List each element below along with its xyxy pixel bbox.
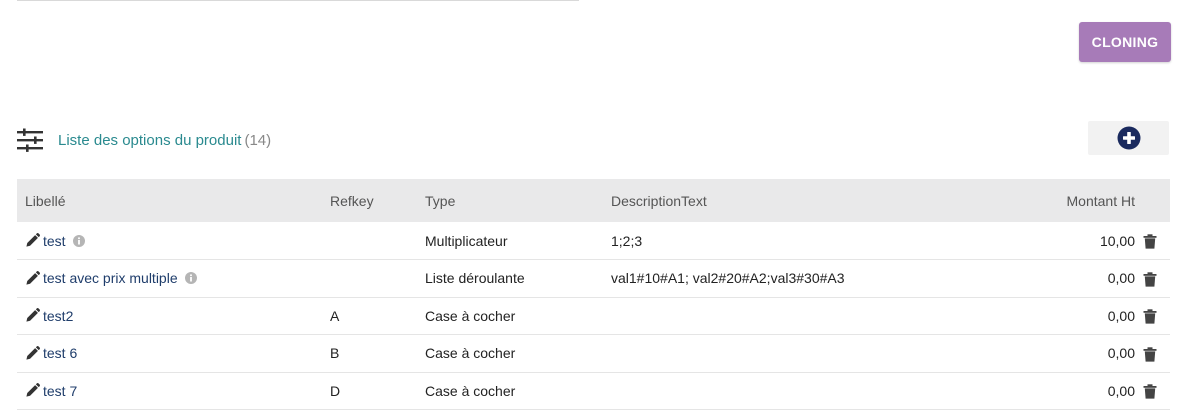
trash-icon[interactable]	[1143, 384, 1157, 399]
table-row: test avec prix multiple Liste déroulante v…	[17, 260, 1170, 298]
trash-icon[interactable]	[1143, 234, 1157, 249]
cell-refkey: B	[330, 345, 340, 362]
cell-montant: 0,00	[1107, 382, 1135, 399]
cell-delete	[1143, 335, 1170, 373]
cell-libelle: test 6	[17, 335, 322, 373]
cell-type: Multiplicateur	[425, 232, 508, 249]
cell-description: val1#10#A1; val2#20#A2;val3#30#A3	[611, 270, 845, 287]
pencil-icon[interactable]	[25, 383, 40, 398]
cell-description	[603, 372, 1033, 410]
trash-icon[interactable]	[1143, 346, 1157, 362]
option-link[interactable]: test	[43, 233, 66, 249]
cell-refkey: D	[330, 382, 341, 399]
cell-refkey	[322, 260, 417, 298]
cell-montant: 0,00	[1107, 270, 1135, 287]
top-divider	[17, 0, 579, 1]
header-type[interactable]: Type	[417, 179, 603, 222]
info-icon[interactable]	[72, 234, 85, 247]
pencil-icon[interactable]	[25, 308, 40, 323]
pencil-icon[interactable]	[25, 270, 40, 286]
header-actions	[1143, 179, 1170, 222]
section-header: Liste des options du produit (14)	[17, 126, 271, 154]
pencil-icon[interactable]	[25, 345, 40, 361]
cell-libelle: test2	[17, 297, 322, 335]
header-libelle[interactable]: Libellé	[17, 179, 322, 222]
add-option-button[interactable]	[1088, 121, 1169, 155]
table-row: test 7 D Case à cocher 0,00	[17, 372, 1170, 410]
cell-delete	[1143, 222, 1170, 260]
cell-refkey	[322, 222, 417, 260]
info-icon[interactable]	[184, 272, 197, 285]
trash-icon[interactable]	[1143, 271, 1157, 287]
cell-delete	[1143, 372, 1170, 410]
sliders-icon	[17, 128, 43, 152]
option-link[interactable]: test2	[43, 308, 73, 324]
options-table: Libellé Refkey Type DescriptionText Mont…	[17, 179, 1170, 410]
plus-circle-icon	[1117, 126, 1140, 150]
option-link[interactable]: test 7	[43, 383, 77, 399]
cell-libelle: test 7	[17, 372, 322, 410]
cell-description	[603, 335, 1033, 373]
cell-type: Case à cocher	[425, 382, 516, 399]
option-link[interactable]: test avec prix multiple	[43, 270, 178, 286]
cell-refkey: A	[330, 307, 340, 324]
cell-type: Case à cocher	[425, 307, 516, 324]
cell-description	[603, 297, 1033, 335]
options-count: (14)	[244, 131, 272, 149]
table-row: test 6 B Case à cocher 0,00	[17, 335, 1170, 373]
table-row: test2 A Case à cocher 0,00	[17, 297, 1170, 335]
table-header-row: Libellé Refkey Type DescriptionText Mont…	[17, 179, 1170, 222]
header-description[interactable]: DescriptionText	[603, 179, 1033, 222]
cell-description: 1;2;3	[611, 232, 643, 249]
pencil-icon[interactable]	[25, 233, 40, 248]
header-refkey[interactable]: Refkey	[322, 179, 417, 222]
cell-delete	[1143, 260, 1170, 298]
cell-libelle: test	[17, 222, 322, 260]
cell-libelle: test avec prix multiple	[17, 260, 322, 298]
cell-montant: 0,00	[1107, 345, 1135, 362]
trash-icon[interactable]	[1143, 309, 1157, 324]
cell-type: Case à cocher	[425, 345, 516, 362]
cell-delete	[1143, 297, 1170, 335]
cloning-button[interactable]: CLONING	[1079, 22, 1171, 62]
cell-montant: 10,00	[1099, 232, 1135, 249]
cell-type: Liste déroulante	[425, 270, 525, 287]
section-title: Liste des options du produit	[58, 131, 242, 149]
header-montant[interactable]: Montant Ht	[1033, 179, 1143, 222]
table-row: test Multiplicateur 1;2;3 10,00	[17, 222, 1170, 260]
option-link[interactable]: test 6	[43, 345, 77, 361]
cell-montant: 0,00	[1107, 307, 1135, 324]
